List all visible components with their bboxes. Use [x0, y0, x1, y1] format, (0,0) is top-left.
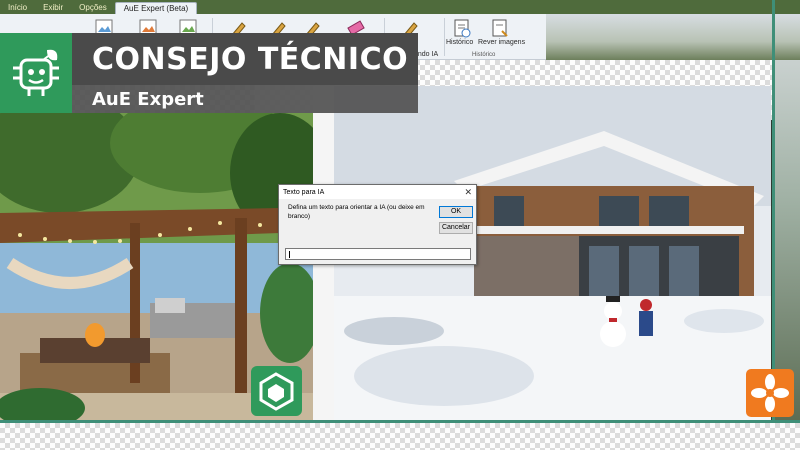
- background-photo-right: [775, 60, 800, 420]
- cube-logo-icon: [259, 372, 294, 411]
- tab-inicio[interactable]: Início: [0, 2, 35, 14]
- close-icon[interactable]: ✕: [464, 187, 472, 197]
- history-button[interactable]: [450, 17, 474, 39]
- history-label: Histórico: [446, 39, 474, 46]
- banner-subtitle-box: AuE Expert: [72, 85, 418, 113]
- banner-title-box: CONSEJO TÉCNICO: [72, 33, 418, 85]
- cancel-button[interactable]: Cancelar: [439, 222, 473, 234]
- banner-icon-badge: [0, 33, 72, 113]
- history-icon: [454, 19, 471, 38]
- review-images-label: Rever imagens: [478, 39, 526, 46]
- history-group-caption: Histórico: [472, 52, 496, 58]
- dialog-title: Texto para IA: [283, 188, 325, 196]
- banner-subtitle: AuE Expert: [92, 88, 204, 110]
- canvas-transparent-bottom: [0, 423, 800, 450]
- tab-opcoes[interactable]: Opções: [71, 2, 115, 14]
- ok-button[interactable]: OK: [439, 206, 473, 218]
- tab-aue-expert[interactable]: AuE Expert (Beta): [114, 2, 198, 14]
- dialog-titlebar[interactable]: Texto para IA ✕: [279, 185, 476, 199]
- canvas-frame-horizontal: [0, 420, 800, 423]
- tab-exibir[interactable]: Exibir: [35, 2, 71, 14]
- review-images-icon: [492, 19, 508, 37]
- ribbon-tab-bar: Início Exibir Opções AuE Expert (Beta): [0, 0, 800, 14]
- flower-logo-badge: [746, 369, 794, 417]
- robot-chip-icon: [13, 49, 59, 96]
- flower-logo-icon: [751, 374, 789, 412]
- text-caret: [289, 251, 290, 258]
- banner-title: CONSEJO TÉCNICO: [92, 41, 409, 77]
- ai-text-dialog: Texto para IA ✕ Defina um texto para ori…: [278, 184, 477, 265]
- background-photo-top: [546, 14, 800, 60]
- dialog-message: Defina um texto para orientar a IA (ou d…: [288, 204, 425, 220]
- review-images-button[interactable]: [488, 17, 512, 39]
- cube-logo-badge: [251, 366, 302, 416]
- ai-text-input[interactable]: [285, 248, 471, 260]
